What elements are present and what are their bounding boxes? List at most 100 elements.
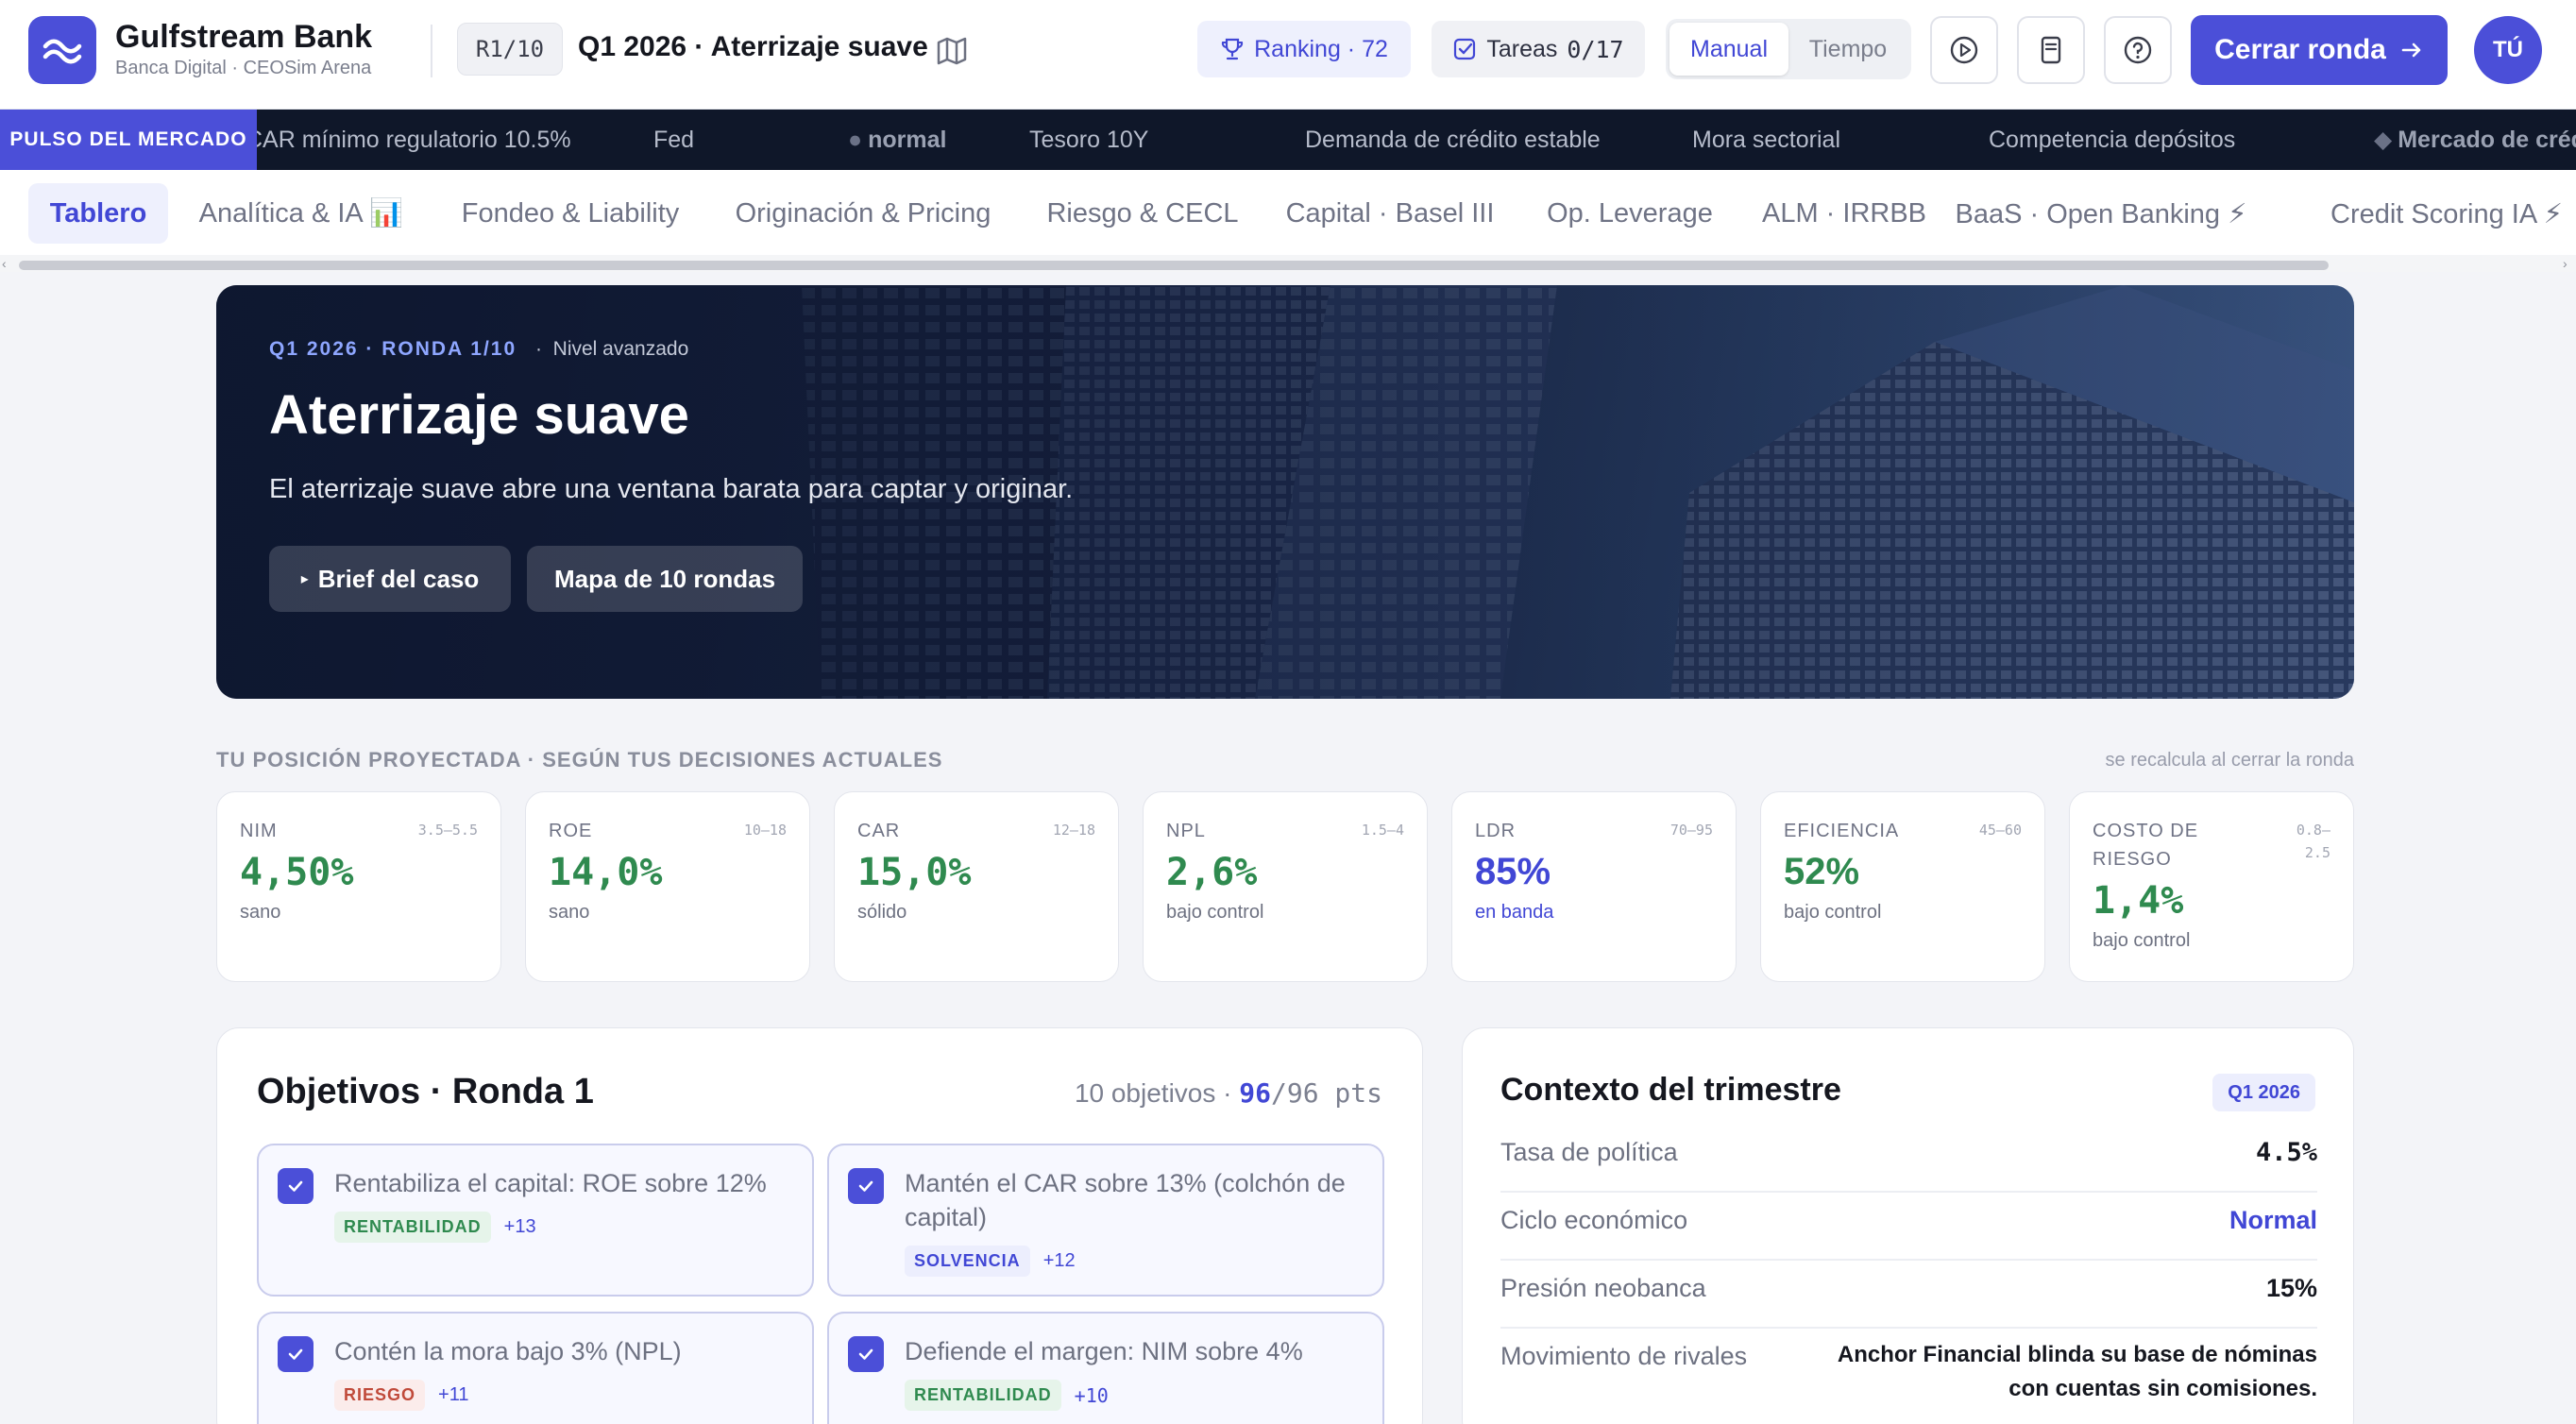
hero-kicker: Q1 2026 · RONDA 1/10 · Nivel avanzado (269, 338, 688, 361)
kpi-card-car[interactable]: CAR 12–18 15,0% sólido (834, 791, 1119, 982)
play-button[interactable] (1930, 16, 1998, 84)
kpi-card-npl[interactable]: NPL 1.5–4 2,6% bajo control (1143, 791, 1428, 982)
brief-button-label: Brief del caso (317, 564, 480, 593)
kpi-name: LDR (1475, 821, 1517, 841)
tab-analitica[interactable]: Analítica & IA 📊 (193, 183, 410, 244)
tasks-chip[interactable]: Tareas 0/17 (1432, 21, 1645, 77)
ticker-item: Fed (653, 126, 695, 153)
help-button[interactable] (2104, 16, 2172, 84)
kpi-card-ldr[interactable]: LDR 70–95 85% en banda (1451, 791, 1737, 982)
ticker-item: Mora sectorial (1692, 126, 1840, 153)
kpi-section-title: TU POSICIÓN PROYECTADA · SEGÚN TUS DECIS… (216, 748, 943, 771)
category-tag: SOLVENCIA (905, 1246, 1030, 1277)
objective-item[interactable]: Mantén el CAR sobre 13% (colchón de capi… (827, 1144, 1384, 1297)
context-label: Ciclo económico (1500, 1206, 1688, 1234)
bank-logo-icon[interactable] (28, 16, 96, 84)
notes-button[interactable] (2017, 16, 2085, 84)
context-label: Tasa de política (1500, 1138, 1678, 1166)
objectives-summary: 10 objetivos · 96/96 pts (1075, 1077, 1382, 1109)
kpi-card-roe[interactable]: ROE 10–18 14,0% sano (525, 791, 810, 982)
hero-title: Aterrizaje suave (269, 384, 689, 446)
kpi-status: sano (549, 902, 590, 923)
checkbox-icon (1454, 38, 1476, 60)
tab-originacion[interactable]: Originación & Pricing (725, 183, 1001, 244)
kpi-range: 70–95 (1669, 822, 1713, 839)
kpi-card-eficiencia[interactable]: EFICIENCIA 45–60 52% bajo control (1760, 791, 2045, 982)
objective-item[interactable]: Contén la mora bajo 3% (NPL) RIESGO +11 (257, 1312, 814, 1424)
kpi-name: ROE (549, 821, 593, 841)
kpi-status: bajo control (1784, 902, 1882, 923)
context-row: Presión neobanca 15% (1500, 1274, 2317, 1329)
objective-text: Rentabiliza el capital: ROE sobre 12% (334, 1169, 767, 1197)
category-tag: RIESGO (334, 1380, 426, 1411)
category-tag: RENTABILIDAD (905, 1380, 1061, 1411)
tasks-label: Tareas (1486, 35, 1558, 62)
brief-button[interactable]: ▸ Brief del caso (269, 546, 511, 612)
kpi-status: sano (240, 902, 281, 923)
close-round-label: Cerrar ronda (2214, 34, 2386, 65)
category-tag: RENTABILIDAD (334, 1212, 491, 1243)
tab-riesgo[interactable]: Riesgo & CECL (1039, 183, 1246, 244)
checkbox-checked-icon[interactable] (848, 1336, 884, 1372)
context-row: Ciclo económico Normal (1500, 1206, 2317, 1261)
quarter-context-card: Contexto del trimestre Q1 2026 Tasa de p… (1462, 1027, 2354, 1424)
tasks-count: 0/17 (1567, 35, 1624, 63)
bank-name: Gulfstream Bank (115, 19, 373, 55)
mode-toggle: Manual Tiempo (1666, 19, 1911, 79)
objective-tags: RIESGO +11 (334, 1380, 468, 1411)
ranking-chip[interactable]: Ranking · 72 (1197, 21, 1411, 77)
kpi-status: en banda (1475, 902, 1554, 923)
rounds-map-button[interactable]: Mapa de 10 rondas (527, 546, 803, 612)
tab-baas[interactable]: BaaS · Open Banking ⚡ (1956, 183, 2247, 244)
ticker-item-value: Mercado de créditos (2398, 126, 2576, 153)
kpi-card-nim[interactable]: NIM 3.5–5.5 4,50% sano (216, 791, 501, 982)
checkbox-checked-icon[interactable] (278, 1168, 314, 1204)
objective-tags: RENTABILIDAD +10 (905, 1380, 1109, 1411)
close-round-button[interactable]: Cerrar ronda (2191, 15, 2448, 85)
objective-tags: RENTABILIDAD +13 (334, 1212, 536, 1243)
objective-item[interactable]: Rentabiliza el capital: ROE sobre 12% RE… (257, 1144, 814, 1297)
checkbox-checked-icon[interactable] (848, 1168, 884, 1204)
scroll-right-icon[interactable]: › (2563, 256, 2568, 271)
header-divider (431, 25, 432, 77)
ticker-item: ● normal (848, 126, 947, 153)
kpi-value: 2,6% (1166, 851, 1258, 894)
kpi-value: 14,0% (549, 851, 663, 894)
mode-manual-option[interactable]: Manual (1669, 23, 1788, 76)
document-icon (2041, 36, 2061, 64)
checkbox-checked-icon[interactable] (278, 1336, 314, 1372)
map-icon[interactable] (935, 34, 969, 68)
tab-fondeo[interactable]: Fondeo & Liability (449, 183, 691, 244)
tab-op-leverage[interactable]: Op. Leverage (1539, 183, 1720, 244)
tab-credit-scoring[interactable]: Credit Scoring IA ⚡ (2330, 183, 2576, 244)
objectives-count: 10 objetivos · (1074, 1078, 1232, 1108)
kpi-status: bajo control (2093, 930, 2191, 951)
tab-alm[interactable]: ALM · IRRBB (1758, 183, 1930, 244)
trophy-icon (1222, 38, 1244, 60)
tabs-scrollbar-thumb[interactable] (19, 261, 2329, 270)
tab-tablero[interactable]: Tablero (28, 183, 168, 244)
kpi-card-costo-riesgo[interactable]: COSTO DE RIESGO 0.8–2.5 1,4% bajo contro… (2069, 791, 2354, 982)
user-avatar[interactable]: TÚ (2474, 16, 2542, 84)
objective-item[interactable]: Defiende el margen: NIM sobre 4% RENTABI… (827, 1312, 1384, 1424)
context-value: Anchor Financial blinda su base de nómin… (1837, 1342, 2317, 1401)
tab-capital[interactable]: Capital · Basel III (1280, 183, 1500, 244)
kpi-value: 15,0% (857, 851, 972, 894)
scenario-hero: Q1 2026 · RONDA 1/10 · Nivel avanzado At… (216, 285, 2354, 699)
market-ticker: PULSO DEL MERCADO CAR mínimo regulatorio… (0, 110, 2576, 170)
mode-time-option[interactable]: Tiempo (1788, 23, 1907, 76)
objective-tags: SOLVENCIA +12 (905, 1246, 1076, 1277)
context-title: Contexto del trimestre (1500, 1072, 1841, 1108)
objectives-points-total: /96 pts (1270, 1077, 1382, 1109)
top-bar: Gulfstream Bank Banca Digital · CEOSim A… (0, 0, 2576, 110)
bank-subtitle: Banca Digital · CEOSim Arena (115, 58, 372, 78)
objective-points: +11 (438, 1384, 469, 1405)
scroll-left-icon[interactable]: ‹ (2, 256, 7, 271)
ticker-item: ◆Mercado de créditos (2374, 110, 2576, 170)
kpi-range: 0.8–2.5 (2296, 822, 2330, 861)
kpi-name: EFICIENCIA (1784, 821, 1900, 841)
kpi-name: CAR (857, 821, 901, 841)
kpi-name: COSTO DE RIESGO (2093, 821, 2199, 870)
objectives-points-earned: 96 (1239, 1077, 1271, 1109)
kpi-status: sólido (857, 902, 907, 923)
